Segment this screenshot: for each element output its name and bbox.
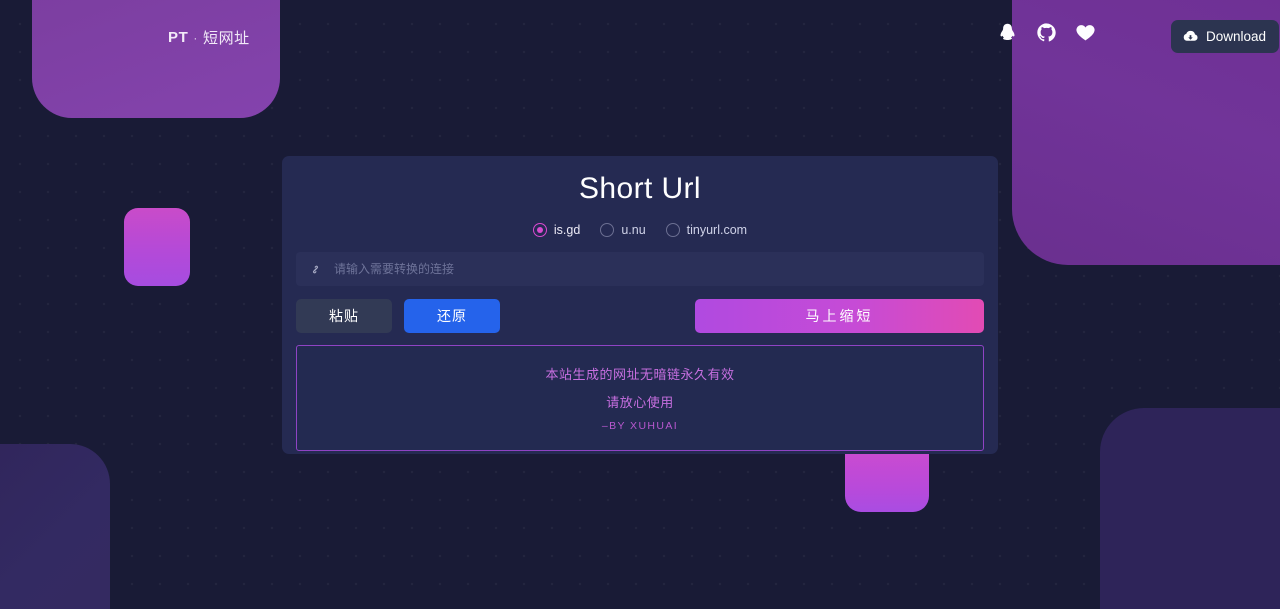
provider-label-unu: u.nu <box>621 223 646 237</box>
radio-icon-tinyurl <box>665 223 680 237</box>
decorative-block-bottom-left <box>0 444 110 609</box>
notice-author: –BY XUHUAI <box>601 420 679 432</box>
notice-box: 本站生成的网址无暗链永久有效 请放心使用 –BY XUHUAI <box>296 345 984 451</box>
brand-logo[interactable]: PT · 短网址 <box>168 27 250 48</box>
decorative-square-left <box>124 208 190 286</box>
brand-name-cn: 短网址 <box>202 30 250 47</box>
provider-option-tinyurl[interactable]: tinyurl.com <box>665 223 748 237</box>
decorative-block-bottom-right <box>1100 408 1280 609</box>
page-title: Short Url <box>579 172 701 205</box>
download-button-label: Download <box>1205 29 1266 44</box>
restore-button[interactable]: 还原 <box>404 299 500 333</box>
notice-line-2: 请放心使用 <box>606 395 674 410</box>
page-header: PT · 短网址 Download <box>0 0 1280 72</box>
shortener-card: Short Url is.gd u.nu tinyurl.com 粘贴 还原 马… <box>282 156 998 454</box>
header-actions <box>997 22 1096 43</box>
brand-separator-dot: · <box>193 30 198 45</box>
provider-label-isgd: is.gd <box>553 223 581 237</box>
action-button-row: 粘贴 还原 马上缩短 <box>296 299 984 333</box>
provider-option-isgd[interactable]: is.gd <box>532 223 581 237</box>
radio-icon-unu <box>600 223 615 237</box>
github-icon[interactable] <box>1036 22 1057 43</box>
url-input-container[interactable] <box>296 252 984 286</box>
qq-icon[interactable] <box>997 22 1018 43</box>
brand-name-pt: PT <box>168 29 189 46</box>
link-icon <box>312 265 319 273</box>
radio-icon-isgd <box>532 223 547 237</box>
provider-radio-group: is.gd u.nu tinyurl.com <box>296 223 984 237</box>
provider-label-tinyurl: tinyurl.com <box>686 223 748 237</box>
provider-option-unu[interactable]: u.nu <box>600 223 646 237</box>
paste-button[interactable]: 粘贴 <box>296 299 392 333</box>
decorative-block-bottom-center <box>845 450 929 512</box>
notice-line-1: 本站生成的网址无暗链永久有效 <box>545 367 735 382</box>
cloud-download-icon <box>1183 30 1198 41</box>
shorten-button[interactable]: 马上缩短 <box>695 299 984 333</box>
download-button[interactable]: Download <box>1170 20 1279 53</box>
url-input[interactable] <box>334 262 972 276</box>
heart-icon[interactable] <box>1075 22 1096 43</box>
